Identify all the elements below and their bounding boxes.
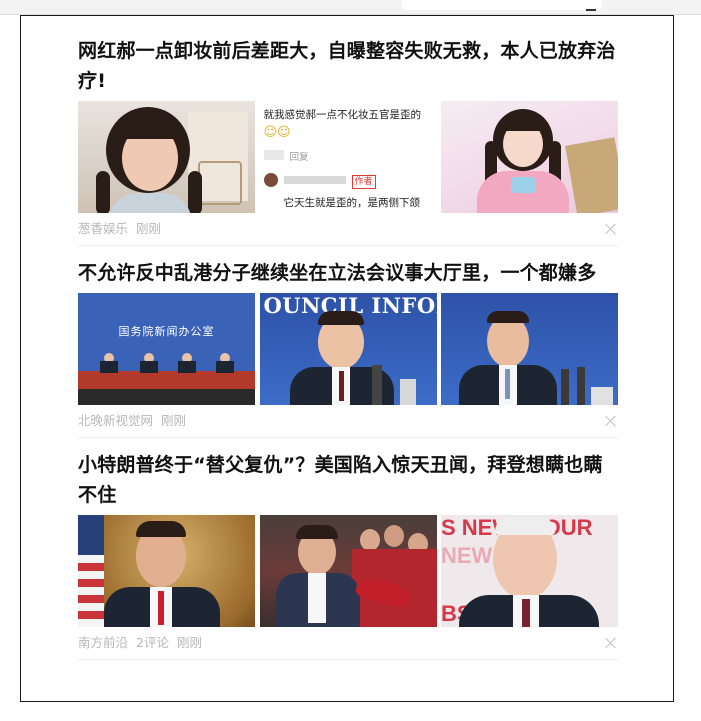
thumbnail-row: S NEWSHOUR NEW PBS BS HOUR <box>78 515 618 627</box>
thumbnail-image[interactable] <box>78 101 255 213</box>
thumbnail-image[interactable]: S NEWSHOUR NEW PBS BS HOUR <box>441 515 618 627</box>
news-card[interactable]: 不允许反中乱港分子继续坐在立法会议事大厅里，一个都嫌多 国务院新闻办公室 OUN… <box>78 258 618 438</box>
browser-tab[interactable] <box>402 0 602 10</box>
thumbnail-image[interactable] <box>441 293 618 405</box>
news-card[interactable]: 网红郝一点卸妆前后差距大，自曝整容失败无救，本人已放弃治疗! 就我感觉郝一点不化… <box>78 36 618 246</box>
thumbnail-image[interactable] <box>441 101 618 213</box>
username-blur <box>283 176 346 184</box>
article-meta: 南方前沿 2评论 刚刚 <box>78 627 618 659</box>
avatar <box>263 173 278 187</box>
news-feed-frame: 网红郝一点卸妆前后差距大，自曝整容失败无救，本人已放弃治疗! 就我感觉郝一点不化… <box>20 15 674 702</box>
article-headline[interactable]: 不允许反中乱港分子继续坐在立法会议事大厅里，一个都嫌多 <box>78 258 618 288</box>
browser-top-bar <box>0 0 701 15</box>
news-card[interactable]: 小特朗普终于“替父复仇”？美国陷入惊天丑闻，拜登想瞒也瞒不住 S NEW BS … <box>78 450 618 660</box>
thumbnail-image[interactable]: OUNCIL INFORMAT <box>259 293 437 405</box>
thumbnail-image[interactable] <box>259 515 437 627</box>
article-source[interactable]: 北晚新视觉网 <box>78 413 153 428</box>
dismiss-icon[interactable] <box>604 636 618 650</box>
thumbnail-image[interactable]: 国务院新闻办公室 <box>78 293 255 405</box>
news-feed: 网红郝一点卸妆前后差距大，自曝整容失败无救，本人已放弃治疗! 就我感觉郝一点不化… <box>78 36 618 660</box>
article-source[interactable]: 葱香娱乐 <box>78 221 128 236</box>
dismiss-icon[interactable] <box>604 414 618 428</box>
thumbnail-image[interactable] <box>78 515 255 627</box>
thumbnail-row: 就我感觉郝一点不化妆五官是歪的 ☺☺ 回复 作者 它天生就是歪的，是两侧下颌 <box>78 101 618 213</box>
article-headline[interactable]: 网红郝一点卸妆前后差距大，自曝整容失败无救，本人已放弃治疗! <box>78 36 618 96</box>
reply-link: 回复 <box>289 152 309 163</box>
thumbnail-row: 国务院新闻办公室 OUNCIL INFORMAT <box>78 293 618 405</box>
comment-text: 它天生就是歪的，是两侧下颌 <box>283 197 421 209</box>
article-time: 刚刚 <box>176 635 202 650</box>
article-meta: 北晚新视觉网 刚刚 <box>78 405 618 437</box>
article-time: 刚刚 <box>136 221 162 236</box>
minimize-icon[interactable] <box>586 2 596 11</box>
article-source[interactable]: 南方前沿 <box>78 635 128 650</box>
article-headline[interactable]: 小特朗普终于“替父复仇”？美国陷入惊天丑闻，拜登想瞒也瞒不住 <box>78 450 618 510</box>
comment-text: 就我感觉郝一点不化妆五官是歪的 <box>263 109 422 121</box>
emoji-icon: ☺☺ <box>263 125 291 140</box>
like-icon <box>263 150 284 160</box>
dismiss-icon[interactable] <box>604 222 618 236</box>
thumbnail-image[interactable]: 就我感觉郝一点不化妆五官是歪的 ☺☺ 回复 作者 它天生就是歪的，是两侧下颌 <box>259 101 437 213</box>
banner-text: 国务院新闻办公室 <box>118 325 215 338</box>
article-time: 刚刚 <box>161 413 187 428</box>
article-comments[interactable]: 2评论 <box>136 635 169 650</box>
article-meta: 葱香娱乐 刚刚 <box>78 213 618 245</box>
author-tag: 作者 <box>351 175 376 189</box>
